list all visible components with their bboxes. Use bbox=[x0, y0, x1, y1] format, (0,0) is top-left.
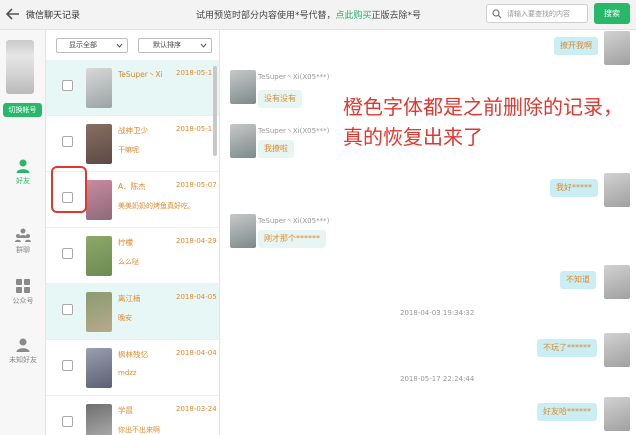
contact-date: 2018-05-15 bbox=[176, 125, 217, 133]
contact-preview: 么么哒 bbox=[118, 258, 139, 266]
filter-bar: 显示全部 默认排序 bbox=[46, 30, 219, 60]
contact-list-panel: 显示全部 默认排序 TeSuper丶Xi 2018-05-17 战神卫少 201… bbox=[46, 30, 220, 435]
contact-date: 2018-05-17 bbox=[176, 69, 217, 77]
trial-notice-suffix: 正版去除*号 bbox=[371, 11, 422, 21]
contact-checkbox[interactable] bbox=[62, 360, 73, 371]
person-icon bbox=[16, 159, 30, 173]
unknown-person-icon bbox=[16, 338, 30, 352]
search-button[interactable]: 搜索 bbox=[594, 3, 630, 24]
message-bubble-in: 刚才那个****** bbox=[258, 230, 326, 248]
contact-row[interactable]: 枫林残忆 2018-04-04 mdzz bbox=[46, 340, 219, 396]
message-bubble-out: 不知道 bbox=[560, 271, 596, 289]
contact-date: 2018-04-04 bbox=[176, 349, 217, 357]
show-filter-label: 显示全部 bbox=[69, 41, 97, 49]
contact-row[interactable]: 学晨 2018-03-24 你出不出来啊 bbox=[46, 396, 219, 435]
contact-avatar bbox=[86, 348, 112, 388]
chat-panel: 撩开我啊 TeSuper丶Xi(X05***) 没有没有 TeSuper丶Xi(… bbox=[220, 30, 636, 435]
contact-date: 2018-03-24 bbox=[176, 405, 217, 413]
search-box bbox=[486, 4, 588, 23]
contact-preview: 你出不出来啊 bbox=[118, 426, 160, 434]
my-message-avatar bbox=[604, 397, 630, 431]
message-bubble-out: 我好***** bbox=[550, 179, 598, 197]
contact-date: 2018-04-29 bbox=[176, 237, 217, 245]
sort-select[interactable]: 默认排序 bbox=[138, 38, 212, 53]
rail-item-groups[interactable]: 群聊 bbox=[0, 227, 46, 255]
contact-name: 离江楠 bbox=[118, 294, 141, 303]
sender-name: TeSuper丶Xi(X05***) bbox=[258, 73, 330, 81]
contact-checkbox[interactable] bbox=[62, 80, 73, 91]
message-timestamp: 2018-05-17 22:24:44 bbox=[400, 375, 475, 383]
contact-checkbox[interactable] bbox=[62, 416, 73, 427]
contact-row[interactable]: 战神卫少 2018-05-15 干嘛呢 bbox=[46, 116, 219, 172]
contact-name: 柠檬 bbox=[118, 238, 133, 247]
contact-checkbox[interactable] bbox=[62, 304, 73, 315]
contact-avatar bbox=[86, 292, 112, 332]
contact-name: 枫林残忆 bbox=[118, 350, 148, 359]
my-avatar bbox=[6, 40, 34, 94]
contact-preview: 干嘛呢 bbox=[118, 146, 139, 154]
rail-item-label: 好友 bbox=[16, 177, 30, 185]
chevron-down-icon bbox=[116, 43, 123, 48]
switch-account-button[interactable]: 切换帐号 bbox=[3, 103, 42, 117]
trial-notice-prefix: 试用预览时部分内容使用*号代替， bbox=[196, 11, 336, 21]
rail-item-unknown-friends[interactable]: 未知好友 bbox=[0, 337, 46, 365]
contact-preview: mdzz bbox=[118, 369, 137, 377]
rail-item-label: 群聊 bbox=[16, 246, 30, 254]
chevron-down-icon bbox=[200, 43, 207, 48]
rail-item-friends[interactable]: 好友 bbox=[0, 158, 46, 186]
annotation-text: 橙色字体都是之前删除的记录，真的恢复出来了 bbox=[343, 95, 623, 149]
contact-name: A、陈杰 bbox=[118, 182, 146, 191]
contact-preview: 美美奶奶的烤鱼真好吃。 bbox=[118, 202, 195, 210]
contact-row[interactable]: TeSuper丶Xi 2018-05-17 bbox=[46, 60, 219, 116]
grid-icon bbox=[16, 279, 30, 293]
list-scrollbar[interactable] bbox=[213, 66, 217, 156]
contact-name: TeSuper丶Xi bbox=[118, 70, 163, 79]
contact-checkbox[interactable] bbox=[62, 136, 73, 147]
contact-checkbox[interactable] bbox=[62, 248, 73, 259]
message-bubble-out: 撩开我啊 bbox=[554, 37, 598, 55]
checkbox-highlight-box bbox=[51, 166, 87, 213]
contact-message-avatar bbox=[230, 70, 256, 104]
my-message-avatar bbox=[604, 173, 630, 207]
rail-item-official-accounts[interactable]: 公众号 bbox=[0, 278, 46, 306]
search-input[interactable] bbox=[507, 7, 585, 21]
left-rail: 切换帐号 好友 群聊 公众号 未知好友 bbox=[0, 30, 46, 435]
contact-avatar bbox=[86, 180, 112, 220]
message-bubble-out: 好友哈****** bbox=[537, 403, 597, 421]
show-filter-select[interactable]: 显示全部 bbox=[56, 38, 128, 53]
contact-name: 学晨 bbox=[118, 406, 133, 415]
contact-avatar bbox=[86, 404, 112, 435]
contact-row[interactable]: 离江楠 2018-04-05 晚安 bbox=[46, 284, 219, 340]
rail-item-label: 未知好友 bbox=[9, 356, 37, 364]
contact-date: 2018-04-05 bbox=[176, 293, 217, 301]
contact-message-avatar bbox=[230, 214, 256, 248]
my-message-avatar bbox=[604, 265, 630, 299]
buy-link[interactable]: 点此购买 bbox=[336, 11, 372, 21]
rail-item-label: 公众号 bbox=[12, 297, 34, 305]
contact-preview: 晚安 bbox=[118, 314, 132, 322]
contact-date: 2018-05-07 bbox=[176, 181, 217, 189]
contact-row[interactable]: 柠檬 2018-04-29 么么哒 bbox=[46, 228, 219, 284]
message-timestamp: 2018-04-03 19:34:32 bbox=[400, 309, 475, 317]
group-icon bbox=[15, 228, 31, 242]
search-icon bbox=[492, 9, 502, 19]
title-bar: 微信聊天记录 试用预览时部分内容使用*号代替，点此购买正版去除*号 搜索 bbox=[0, 0, 636, 30]
contact-avatar bbox=[86, 124, 112, 164]
contact-name: 战神卫少 bbox=[118, 126, 148, 135]
window-title: 微信聊天记录 bbox=[26, 11, 81, 21]
sender-name: TeSuper丶Xi(X05***) bbox=[258, 217, 330, 225]
message-bubble-out: 不玩了****** bbox=[537, 339, 597, 357]
contact-message-avatar bbox=[230, 124, 256, 158]
sender-name: TeSuper丶Xi(X05***) bbox=[258, 127, 330, 135]
contact-avatar bbox=[86, 236, 112, 276]
contact-avatar bbox=[86, 68, 112, 108]
my-message-avatar bbox=[604, 31, 630, 65]
my-message-avatar bbox=[604, 333, 630, 367]
back-arrow-icon[interactable] bbox=[5, 6, 21, 22]
message-bubble-in: 我撩啦 bbox=[258, 140, 294, 158]
message-bubble-in: 没有没有 bbox=[258, 90, 302, 108]
sort-label: 默认排序 bbox=[153, 41, 181, 49]
trial-notice: 试用预览时部分内容使用*号代替，点此购买正版去除*号 bbox=[196, 8, 421, 21]
